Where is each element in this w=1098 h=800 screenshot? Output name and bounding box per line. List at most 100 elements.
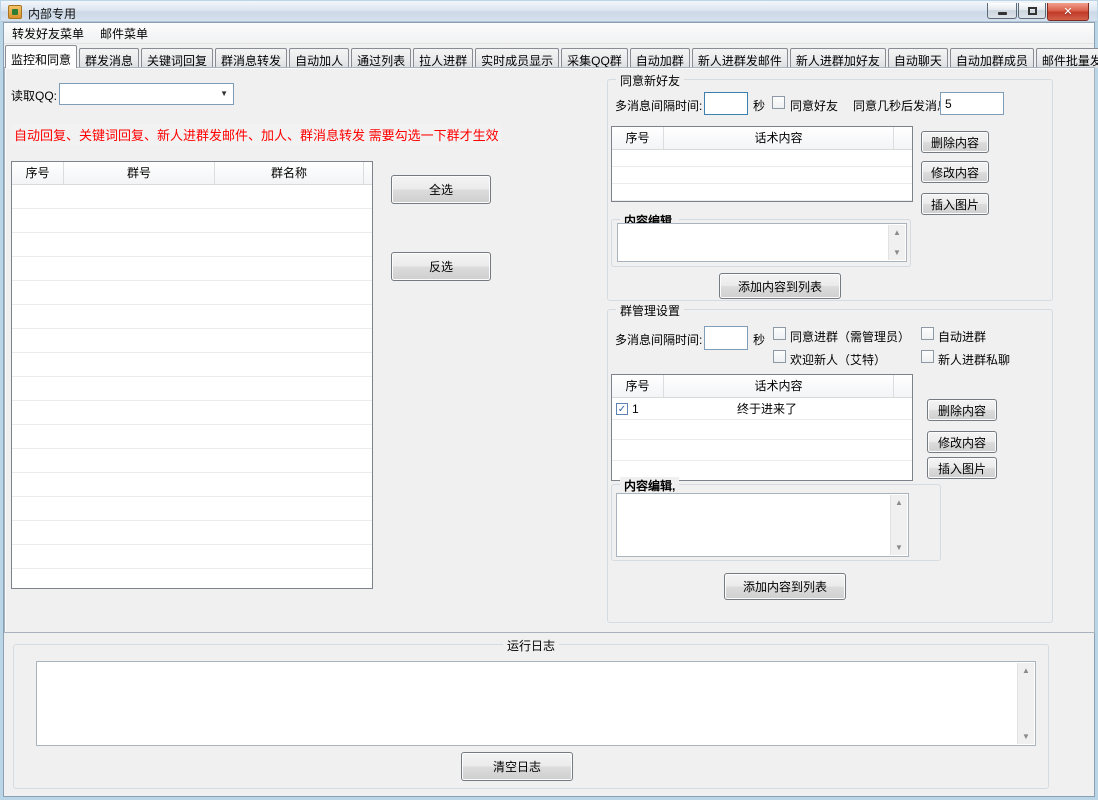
group-list-table-header: 序号 群号 群名称 [12,162,372,185]
read-qq-label: 读取QQ: [11,87,57,104]
agree-friend-checkbox[interactable] [772,96,785,109]
scrollbar[interactable]: ▲ ▼ [888,225,905,260]
empty-rows [612,150,912,201]
select-all-button[interactable]: 全选 [391,175,491,204]
invert-select-button[interactable]: 反选 [391,252,491,281]
chevron-down-icon: ▼ [220,89,228,98]
menu-bar: 转发好友菜单 邮件菜单 [4,23,1094,44]
scroll-up-icon[interactable]: ▲ [1022,663,1030,678]
col-filler [364,162,372,184]
agree-friend-group-title: 同意新好友 [616,72,684,89]
col-script-content: 话术内容 [664,375,894,397]
scroll-up-icon[interactable]: ▲ [895,495,903,510]
auto-join-label: 自动进群 [938,328,986,345]
close-button[interactable]: ✕ [1047,3,1089,21]
group-script-table[interactable]: 序号 话术内容 ✓ 1 终于进来了 [611,374,913,481]
clear-log-button[interactable]: 清空日志 [461,752,573,781]
group-editor-textarea[interactable]: ▲ ▼ [616,493,909,557]
scrollbar[interactable]: ▲ ▼ [1017,663,1034,744]
col-index: 序号 [12,162,64,184]
tab-monitor-agree[interactable]: 监控和同意 [5,45,77,68]
modify-content-button-2[interactable]: 修改内容 [927,431,997,453]
interval-input-2[interactable] [704,326,748,350]
tab-auto-chat[interactable]: 自动聊天 [888,48,948,68]
col-filler [894,375,912,397]
menu-mail[interactable]: 邮件菜单 [92,23,156,44]
minimize-icon [998,12,1007,15]
modify-content-button[interactable]: 修改内容 [921,161,989,183]
tab-collect-qq-group[interactable]: 采集QQ群 [561,48,628,68]
empty-rows [12,185,372,588]
run-log-title: 运行日志 [503,637,559,654]
run-log-textarea[interactable]: ▲ ▼ [36,661,1036,746]
tab-pass-list[interactable]: 通过列表 [351,48,411,68]
warning-text: 自动回复、关键词回复、新人进群发邮件、加人、群消息转发 需要勾选一下群才生效 [11,124,502,145]
tab-newcomer-add-friend[interactable]: 新人进群加好友 [790,48,886,68]
delete-content-button-2[interactable]: 删除内容 [927,399,997,421]
tab-auto-add-members[interactable]: 自动加群成员 [950,48,1034,68]
tab-strip: 监控和同意 群发消息 关键词回复 群消息转发 自动加人 通过列表 拉人进群 实时… [5,45,1096,68]
maximize-button[interactable] [1018,3,1046,19]
tab-keyword-reply[interactable]: 关键词回复 [141,48,213,68]
caption-buttons: ✕ [987,3,1089,21]
friend-script-table[interactable]: 序号 话术内容 [611,126,913,202]
col-filler [894,127,912,149]
scroll-down-icon[interactable]: ▼ [893,245,901,260]
insert-image-button-2[interactable]: 插入图片 [927,457,997,479]
window-title: 内部专用 [28,5,76,22]
tab-mail-batch-send[interactable]: 邮件批量发送 [1036,48,1098,68]
send-delay-input[interactable] [940,92,1004,115]
scrollbar[interactable]: ▲ ▼ [890,495,907,555]
friend-script-table-header: 序号 话术内容 [612,127,912,150]
tab-auto-join-group[interactable]: 自动加群 [630,48,690,68]
col-script-content: 话术内容 [664,127,894,149]
newcomer-private-chat-label: 新人进群私聊 [938,351,1010,368]
title-bar[interactable]: 内部专用 ✕ [1,1,1097,22]
agree-join-checkbox[interactable] [773,327,786,340]
seconds-label-2: 秒 [753,331,765,348]
interval-label-2: 多消息间隔时间: [615,331,702,348]
app-window: 内部专用 ✕ 转发好友菜单 邮件菜单 监控和同意 群发消息 关键词回复 群消息转… [0,0,1098,800]
tab-realtime-members[interactable]: 实时成员显示 [475,48,559,68]
tab-newcomer-mail[interactable]: 新人进群发邮件 [692,48,788,68]
client-area: 转发好友菜单 邮件菜单 监控和同意 群发消息 关键词回复 群消息转发 自动加人 … [3,22,1095,797]
scroll-down-icon[interactable]: ▼ [1022,729,1030,744]
scroll-down-icon[interactable]: ▼ [895,540,903,555]
tab-pull-into-group[interactable]: 拉人进群 [413,48,473,68]
minimize-button[interactable] [987,3,1017,19]
tab-group-forward[interactable]: 群消息转发 [215,48,287,68]
col-group-name: 群名称 [215,162,364,184]
send-delay-label: 同意几秒后发消息: [853,97,952,114]
scroll-up-icon[interactable]: ▲ [893,225,901,240]
col-index: 序号 [612,127,664,149]
tab-mass-message[interactable]: 群发消息 [79,48,139,68]
menu-forward-friend[interactable]: 转发好友菜单 [4,23,92,44]
read-qq-combobox[interactable]: ▼ [59,83,234,105]
interval-label: 多消息间隔时间: [615,97,702,114]
seconds-label: 秒 [753,97,765,114]
add-to-list-button[interactable]: 添加内容到列表 [719,273,841,299]
newcomer-private-chat-checkbox[interactable] [921,350,934,363]
group-script-table-header: 序号 话术内容 [612,375,912,398]
interval-input[interactable] [704,92,748,115]
delete-content-button[interactable]: 删除内容 [921,131,989,153]
group-manage-title: 群管理设置 [616,302,684,319]
agree-friend-checkbox-label: 同意好友 [790,97,838,114]
welcome-newcomer-checkbox[interactable] [773,350,786,363]
table-row[interactable]: ✓ 1 终于进来了 [612,398,912,420]
group-editor-title: 内容编辑, [620,477,679,494]
group-list-table[interactable]: 序号 群号 群名称 [11,161,373,589]
agree-join-label: 同意进群（需管理员） [790,328,910,345]
close-icon: ✕ [1063,5,1072,18]
row-checkbox-checked[interactable]: ✓ [616,403,628,415]
friend-editor-textarea[interactable]: ▲ ▼ [617,223,907,262]
tab-auto-add-person[interactable]: 自动加人 [289,48,349,68]
welcome-newcomer-label: 欢迎新人（艾特） [790,351,886,368]
auto-join-checkbox[interactable] [921,327,934,340]
col-index: 序号 [612,375,664,397]
app-icon-glyph [12,9,18,15]
insert-image-button[interactable]: 插入图片 [921,193,989,215]
app-icon [8,5,22,19]
row-content: 终于进来了 [652,400,882,417]
add-to-list-button-2[interactable]: 添加内容到列表 [724,573,846,600]
